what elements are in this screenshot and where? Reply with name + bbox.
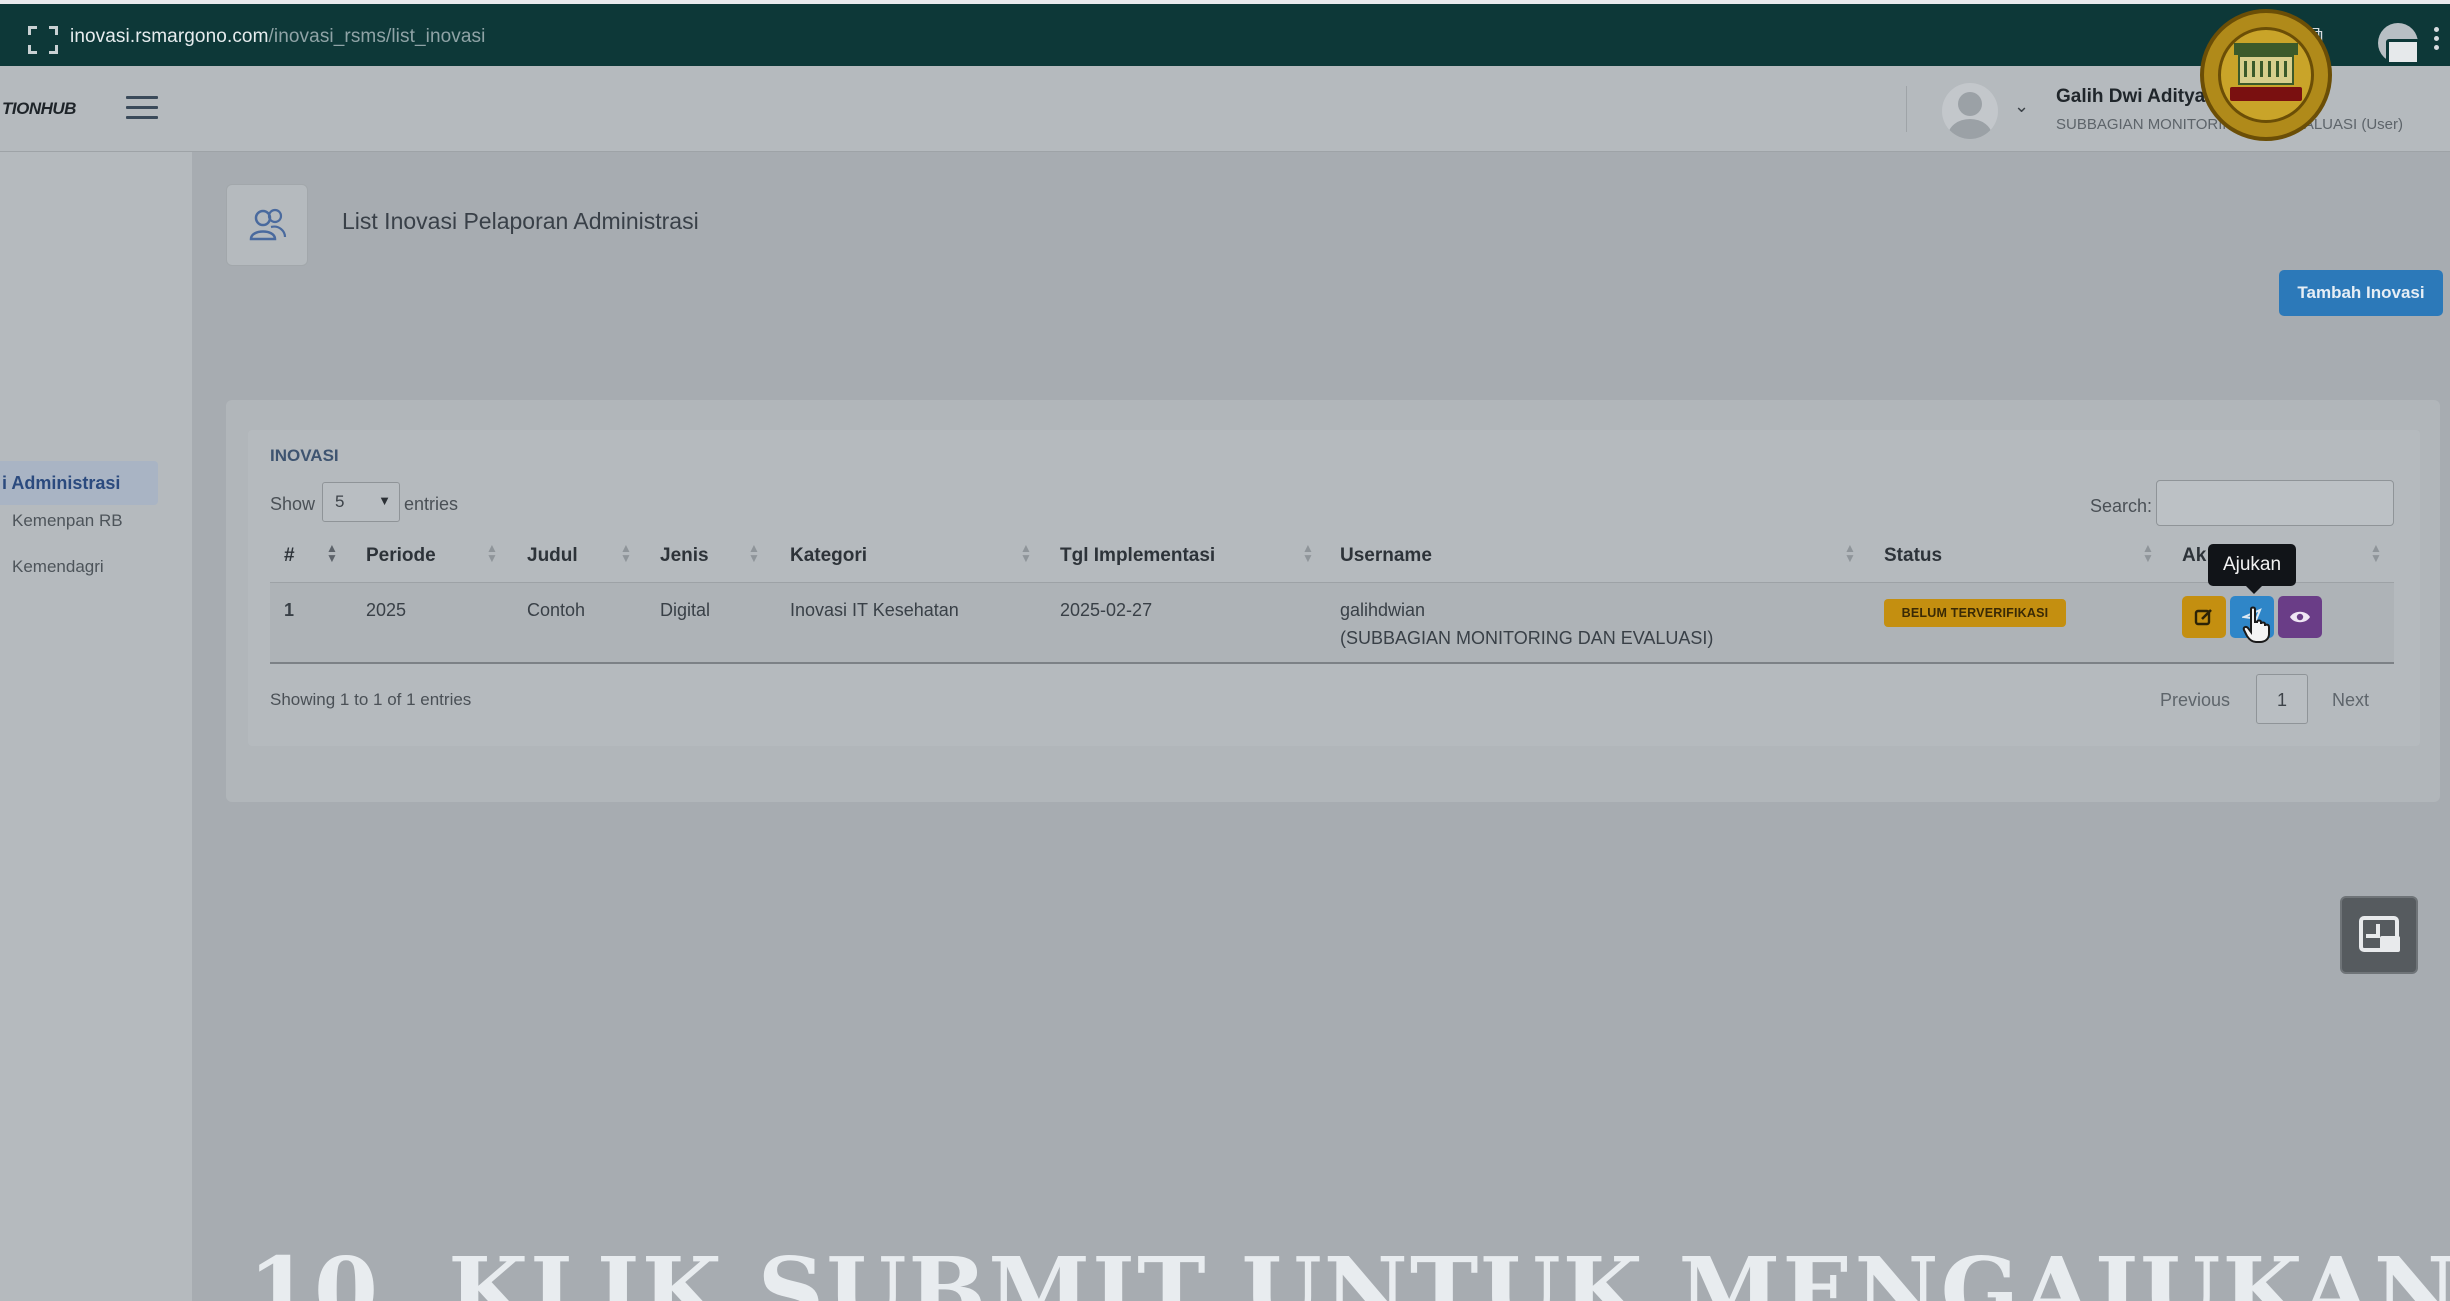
overlay-caption: 10. KLIK SUBMIT UNTUK MENGAJUKAN bbox=[248, 1237, 2450, 1301]
sidebar-item-label: i Administrasi bbox=[2, 473, 121, 493]
chevron-down-icon: ▼ bbox=[378, 493, 391, 508]
user-name[interactable]: Galih Dwi Aditya bbox=[2056, 86, 2205, 108]
sort-icon[interactable]: ▲ ▼ bbox=[1302, 542, 1314, 564]
pip-window-icon bbox=[2380, 936, 2400, 952]
sort-icon[interactable]: ▲ ▼ bbox=[620, 542, 632, 564]
view-button[interactable] bbox=[2278, 596, 2322, 638]
page-title: List Inovasi Pelaporan Administrasi bbox=[342, 208, 699, 234]
hospital-seal-logo bbox=[2200, 9, 2332, 141]
column-header-judul[interactable]: Judul bbox=[527, 545, 578, 567]
url-host: inovasi.rsmargono.com bbox=[70, 26, 269, 47]
table-info: Showing 1 to 1 of 1 entries bbox=[270, 690, 472, 709]
edit-icon bbox=[2194, 609, 2212, 626]
topbar-divider bbox=[1906, 86, 1907, 132]
entries-label: entries bbox=[404, 494, 459, 514]
column-header-status[interactable]: Status bbox=[1884, 545, 1942, 567]
sort-asc-icon[interactable]: ▲ ▼ bbox=[326, 542, 338, 564]
browser-menu-icon[interactable] bbox=[2434, 24, 2440, 54]
search-label: Search: bbox=[2090, 496, 2153, 516]
pagination-previous[interactable]: Previous bbox=[2160, 690, 2230, 711]
edit-button[interactable] bbox=[2182, 596, 2226, 638]
sidebar-item-administrasi[interactable]: i Administrasi bbox=[0, 461, 158, 505]
sidebar: ⌄ bbox=[0, 152, 192, 1301]
cell-username: galihdwian bbox=[1340, 600, 1426, 620]
url-path: /inovasi_rsms/list_inovasi bbox=[268, 26, 486, 47]
user-avatar[interactable] bbox=[1942, 83, 1998, 139]
column-header-periode[interactable]: Periode bbox=[366, 545, 436, 567]
sort-icon[interactable]: ▲ ▼ bbox=[2370, 542, 2382, 564]
tooltip-submit: Ajukan bbox=[2208, 544, 2296, 594]
sort-icon[interactable]: ▲ ▼ bbox=[748, 542, 760, 564]
table-row bbox=[270, 582, 2394, 664]
sidebar-item-kemendagri[interactable]: Kemendagri bbox=[12, 557, 104, 577]
pagination-page-1[interactable]: 1 bbox=[2256, 674, 2308, 724]
brand-logo: TIONHUB bbox=[2, 99, 76, 118]
profile-avatar-icon[interactable] bbox=[2378, 23, 2420, 65]
url-text[interactable]: inovasi.rsmargono.com/inovasi_rsms/list_… bbox=[70, 26, 485, 48]
page-size-select[interactable]: 5 ▼ bbox=[322, 482, 400, 522]
column-header-tgl-implementasi[interactable]: Tgl Implementasi bbox=[1060, 545, 1215, 567]
column-header-jenis[interactable]: Jenis bbox=[660, 545, 709, 567]
column-header-no[interactable]: # bbox=[284, 545, 295, 567]
browser-address-bar: inovasi.rsmargono.com/inovasi_rsms/list_… bbox=[0, 0, 2450, 66]
column-header-username[interactable]: Username bbox=[1340, 545, 1432, 567]
app-screen: TIONHUB ⌄ Galih Dwi Aditya SUBBAGIAN MON… bbox=[0, 66, 2450, 1301]
add-innovation-button[interactable]: Tambah Inovasi bbox=[2279, 270, 2443, 316]
app-topbar: TIONHUB ⌄ Galih Dwi Aditya SUBBAGIAN MON… bbox=[0, 66, 2450, 152]
show-label: Show bbox=[270, 494, 316, 514]
cell-tgl: 2025-02-27 bbox=[1060, 600, 1153, 620]
site-info-icon[interactable] bbox=[28, 26, 58, 54]
hamburger-menu-icon[interactable] bbox=[126, 96, 158, 120]
picture-in-picture-button[interactable] bbox=[2340, 896, 2418, 974]
column-header-kategori[interactable]: Kategori bbox=[790, 545, 867, 567]
sort-icon[interactable]: ▲ ▼ bbox=[486, 542, 498, 564]
page-size-value: 5 bbox=[335, 492, 345, 511]
cell-periode: 2025 bbox=[366, 600, 407, 620]
card-title: INOVASI bbox=[270, 446, 339, 465]
search-input[interactable] bbox=[2156, 480, 2394, 526]
chevron-down-icon[interactable]: ⌄ bbox=[2014, 96, 2029, 117]
status-badge: BELUM TERVERIFIKASI bbox=[1884, 599, 2066, 627]
arrow-icon bbox=[2366, 924, 2380, 938]
sidebar-item-kemenpan[interactable]: Kemenpan RB bbox=[12, 511, 123, 531]
cell-no: 1 bbox=[284, 600, 295, 620]
hand-cursor-icon bbox=[2242, 606, 2270, 643]
column-header-aksi[interactable]: Ak bbox=[2182, 545, 2206, 567]
cell-judul: Contoh bbox=[527, 600, 586, 620]
sort-icon[interactable]: ▲ ▼ bbox=[1020, 542, 1032, 564]
cell-kategori: Inovasi IT Kesehatan bbox=[790, 600, 959, 620]
users-icon bbox=[226, 184, 308, 266]
sort-icon[interactable]: ▲ ▼ bbox=[2142, 542, 2154, 564]
cell-jenis: Digital bbox=[660, 600, 711, 620]
eye-icon bbox=[2290, 611, 2310, 623]
pagination-next[interactable]: Next bbox=[2332, 690, 2369, 711]
sort-icon[interactable]: ▲ ▼ bbox=[1844, 542, 1856, 564]
cell-unit: (SUBBAGIAN MONITORING DAN EVALUASI) bbox=[1340, 628, 1714, 648]
